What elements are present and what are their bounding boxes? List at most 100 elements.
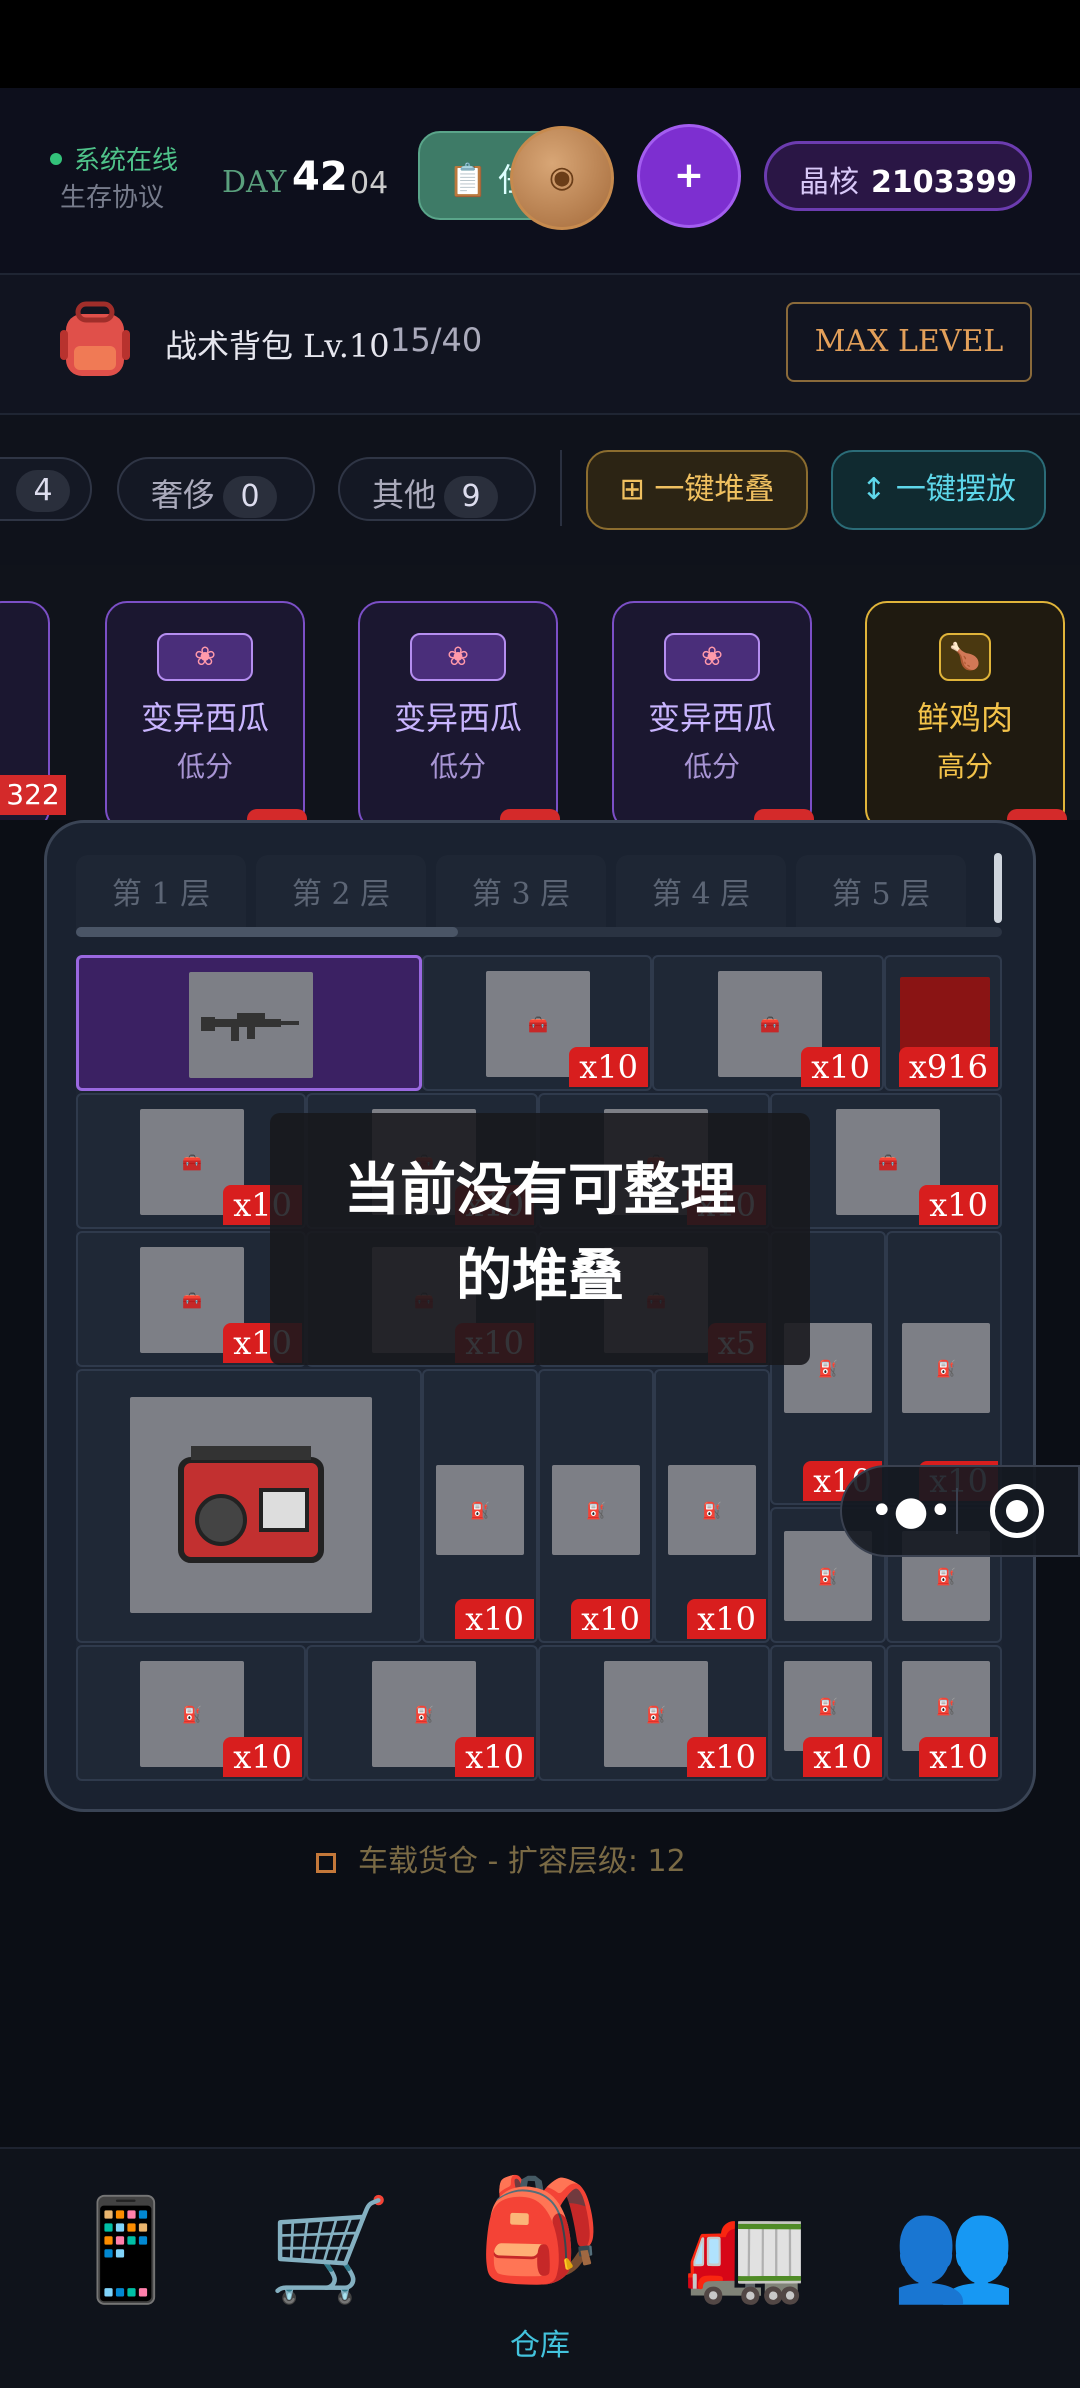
filter-count: 9	[444, 476, 499, 518]
robot-icon: ◉	[548, 160, 576, 195]
quantity-badge: x10	[801, 1047, 880, 1087]
watermelon-icon: ❀	[410, 633, 506, 681]
fuel-can-slot[interactable]: ⛽ x10	[306, 1645, 538, 1781]
add-button[interactable]: +	[637, 124, 741, 228]
storage-footer-text: 车载货仓 - 扩容层级: 12	[358, 1844, 686, 1879]
phone-icon[interactable]: 📱	[56, 2180, 196, 2320]
capsule-divider	[956, 1488, 958, 1534]
day-label: DAY	[222, 165, 287, 200]
users-icon[interactable]: 👥	[884, 2180, 1024, 2320]
day-number: 42	[292, 154, 348, 200]
clipboard-icon: 📋	[448, 161, 488, 199]
generator-slot[interactable]	[76, 1369, 422, 1643]
item-name: 变异西瓜	[647, 699, 776, 737]
item-quality: 低分	[429, 750, 486, 783]
watermelon-icon: ❀	[157, 633, 253, 681]
fuel-can-slot[interactable]: ⛽ x10	[422, 1369, 538, 1643]
cargo-box-icon	[316, 1853, 336, 1873]
quantity-badge: x10	[687, 1737, 766, 1777]
item-name: 鲜鸡肉	[916, 699, 1013, 737]
quantity-badge: x10	[803, 1737, 882, 1777]
filter-divider	[560, 450, 562, 526]
item-name: 变异西瓜	[140, 699, 269, 737]
day-sub: 04	[350, 166, 389, 201]
close-target-icon[interactable]	[990, 1484, 1044, 1538]
vertical-scroll-thumb[interactable]	[994, 853, 1002, 923]
fuel-can-slot[interactable]: ⛽ x10	[886, 1231, 1002, 1505]
filter-chip-other[interactable]: 其他 9	[338, 457, 536, 521]
chicken-leg-icon: 🍗	[939, 633, 991, 681]
storage-footer: 车载货仓 - 扩容层级: 12	[316, 1836, 686, 1880]
meat-slot[interactable]: x916	[884, 955, 1002, 1091]
robot-button[interactable]: ◉	[510, 126, 614, 230]
tab-layer-2[interactable]: 第 2 层	[256, 855, 426, 935]
tab-layer-1[interactable]: 第 1 层	[76, 855, 246, 935]
filter-label: 其他	[372, 476, 437, 514]
item-quality: 低分	[176, 750, 233, 783]
nav-label-warehouse: 仓库	[510, 2328, 570, 2363]
item-card[interactable]: 🍗 鲜鸡肉 高分	[865, 601, 1067, 820]
more-dots-icon[interactable]: •●•	[870, 1488, 952, 1534]
toast-line-2: 的堆叠	[456, 1244, 624, 1309]
quantity-badge: x10	[571, 1599, 650, 1639]
filter-chip-partial[interactable]: 4	[0, 457, 92, 521]
backpack-icon	[60, 301, 130, 376]
quantity-badge: x916	[898, 1047, 998, 1087]
online-dot-icon	[50, 153, 62, 165]
filter-chip-luxury[interactable]: 奢侈 0	[117, 457, 315, 521]
fuel-can-slot[interactable]: ⛽ x10	[538, 1645, 770, 1781]
crystal-balance: 晶核 2103399	[764, 141, 1032, 211]
item-count-badge	[500, 809, 560, 820]
tab-layer-3[interactable]: 第 3 层	[436, 855, 606, 935]
toolbox-slot[interactable]: 🧰 x10	[652, 955, 884, 1091]
tab-layer-4[interactable]: 第 4 层	[616, 855, 786, 935]
item-quality: 高分	[936, 750, 993, 783]
storage-grid: 🧰 x10 🧰 x10 x916 🧰 x10 🧰 x10 🧰 x10 🧰 x10…	[76, 955, 1002, 1781]
fuel-can-icon: ⛽	[552, 1465, 640, 1555]
quantity-badge: x10	[569, 1047, 648, 1087]
item-card-row: ❀ 变异西瓜 低分 ❀ 变异西瓜 低分 ❀ 变异西瓜 低分 🍗 鲜鸡肉 高分	[0, 565, 1080, 820]
max-level-button[interactable]: MAX LEVEL	[786, 302, 1032, 382]
protocol-label: 生存协议	[60, 183, 165, 213]
tab-layer-5[interactable]: 第 5 层	[796, 855, 966, 935]
backpack-title: 战术背包 Lv.10	[165, 327, 390, 365]
item-card[interactable]: ❀ 变异西瓜 低分	[612, 601, 814, 820]
item-count-badge	[1007, 809, 1067, 820]
filter-count: 0	[223, 476, 278, 518]
cart-icon[interactable]: 🛒	[260, 2180, 400, 2320]
toast-message: 当前没有可整理 的堆叠	[270, 1148, 810, 1320]
tab-scroll-thumb[interactable]	[76, 927, 458, 937]
filter-count: 4	[16, 470, 70, 512]
rifle-icon	[189, 972, 313, 1078]
auto-stack-button[interactable]: ⊞ 一键堆叠	[586, 450, 808, 530]
fuel-can-slot[interactable]: ⛽ x10	[654, 1369, 770, 1643]
item-card[interactable]: ❀ 变异西瓜 低分	[358, 601, 560, 820]
watermelon-icon: ❀	[664, 633, 760, 681]
item-count-badge: 322	[0, 775, 66, 815]
fuel-can-slot[interactable]: ⛽ x10	[886, 1645, 1002, 1781]
rifle-slot[interactable]	[76, 955, 422, 1091]
item-card[interactable]: ❀ 变异西瓜 低分	[105, 601, 307, 820]
backpack-icon[interactable]: 🎒	[470, 2160, 610, 2300]
auto-place-button[interactable]: ↕ 一键摆放	[831, 450, 1046, 530]
item-name: 变异西瓜	[393, 699, 522, 737]
toolbox-slot[interactable]: 🧰 x10	[422, 955, 652, 1091]
quantity-badge: x10	[455, 1599, 534, 1639]
generator-icon	[130, 1397, 372, 1613]
quantity-badge: x10	[223, 1737, 302, 1777]
crystal-label: 晶核	[799, 165, 859, 200]
toast-line-1: 当前没有可整理	[344, 1158, 736, 1223]
item-quality: 低分	[683, 750, 740, 783]
fuel-can-slot[interactable]: ⛽ x10	[770, 1645, 886, 1781]
status-bar	[0, 0, 1080, 88]
fuel-can-slot[interactable]: ⛽ x10	[538, 1369, 654, 1643]
filter-label: 奢侈	[151, 476, 216, 514]
system-status: 系统在线	[74, 146, 179, 176]
truck-icon[interactable]: 🚛	[676, 2180, 816, 2320]
fuel-can-slot[interactable]: ⛽ x10	[76, 1645, 306, 1781]
fuel-can-icon: ⛽	[436, 1465, 524, 1555]
quantity-badge: x10	[919, 1737, 998, 1777]
fuel-can-icon: ⛽	[902, 1323, 990, 1413]
item-count-badge	[247, 809, 307, 820]
quantity-badge: x10	[687, 1599, 766, 1639]
